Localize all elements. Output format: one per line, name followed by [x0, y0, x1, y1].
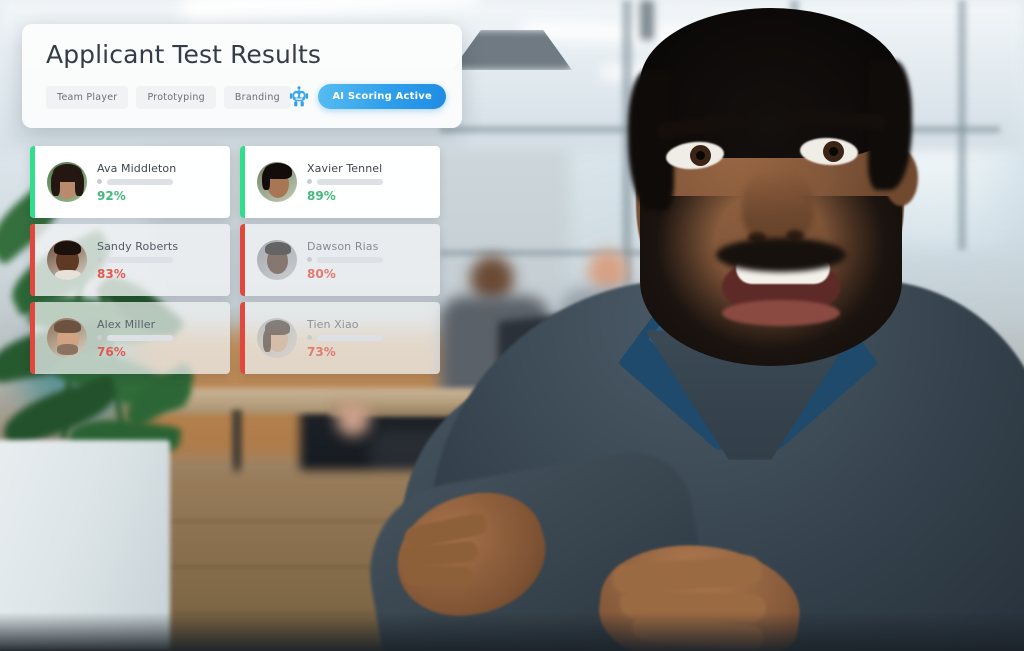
ai-status-group: AI Scoring Active — [289, 84, 446, 109]
applicant-detail-skeleton — [97, 256, 178, 263]
applicant-score: 92% — [97, 188, 126, 203]
applicant-score: 76% — [97, 344, 126, 359]
applicant-detail-skeleton — [307, 256, 383, 263]
applicant-name: Alex Miller — [97, 317, 156, 331]
skeleton-bar — [107, 256, 173, 263]
applicant-results-overlay: Applicant Test Results Team Player Proto… — [0, 0, 1024, 651]
skeleton-dot — [307, 179, 312, 184]
status-accent-bar — [30, 224, 35, 296]
applicant-card-xavier-tennel[interactable]: Xavier Tennel 89% — [240, 146, 440, 218]
applicant-card-sandy-roberts[interactable]: Sandy Roberts 83% — [30, 224, 230, 296]
applicant-name: Tien Xiao — [307, 317, 359, 331]
skeleton-bar — [317, 334, 383, 341]
skeleton-bar — [107, 178, 173, 185]
applicant-detail-skeleton — [307, 334, 383, 341]
applicant-score: 83% — [97, 266, 126, 281]
applicant-detail-skeleton — [97, 178, 176, 185]
applicant-name: Xavier Tennel — [307, 161, 383, 175]
applicant-card-tien-xiao[interactable]: Tien Xiao 73% — [240, 302, 440, 374]
skeleton-bar — [317, 256, 383, 263]
skeleton-bar — [107, 334, 173, 341]
avatar-dawson-rias — [257, 240, 297, 280]
applicant-detail-skeleton — [97, 334, 173, 341]
status-accent-bar — [240, 146, 245, 218]
status-accent-bar — [30, 302, 35, 374]
skill-chip-branding[interactable]: Branding — [223, 86, 291, 109]
skill-chip-prototyping[interactable]: Prototyping — [136, 86, 216, 109]
skeleton-dot — [97, 335, 102, 340]
applicant-detail-skeleton — [307, 178, 383, 185]
applicant-score: 73% — [307, 344, 336, 359]
applicant-name: Dawson Rias — [307, 239, 379, 253]
applicant-score: 89% — [307, 188, 336, 203]
status-accent-bar — [240, 302, 245, 374]
applicant-row: Sandy Roberts 83% Dawson Rias 80% — [30, 224, 440, 296]
skill-chip-team-player[interactable]: Team Player — [46, 86, 129, 109]
skeleton-dot — [307, 335, 312, 340]
status-accent-bar — [30, 146, 35, 218]
applicant-row: Alex Miller 76% Tien Xiao 73% — [30, 302, 440, 374]
avatar-xavier-tennel — [257, 162, 297, 202]
applicant-card-ava-middleton[interactable]: Ava Middleton 92% — [30, 146, 230, 218]
applicant-name: Ava Middleton — [97, 161, 177, 175]
results-header-panel: Applicant Test Results Team Player Proto… — [22, 24, 462, 128]
applicant-card-dawson-rias[interactable]: Dawson Rias 80% — [240, 224, 440, 296]
applicant-row: Ava Middleton 92% Xavier Tennel 89% — [30, 146, 440, 218]
avatar-tien-xiao — [257, 318, 297, 358]
robot-icon — [289, 85, 309, 108]
skeleton-dot — [97, 257, 102, 262]
status-accent-bar — [240, 224, 245, 296]
avatar-sandy-roberts — [47, 240, 87, 280]
ai-scoring-status-badge[interactable]: AI Scoring Active — [318, 84, 446, 109]
skeleton-dot — [97, 179, 102, 184]
skill-chip-list: Team Player Prototyping Branding — [46, 86, 291, 109]
avatar-ava-middleton — [47, 162, 87, 202]
page-title: Applicant Test Results — [46, 40, 322, 69]
skeleton-dot — [307, 257, 312, 262]
applicant-card-alex-miller[interactable]: Alex Miller 76% — [30, 302, 230, 374]
skeleton-bar — [317, 178, 383, 185]
screenshot-stage: Applicant Test Results Team Player Proto… — [0, 0, 1024, 651]
applicant-card-grid: Ava Middleton 92% Xavier Tennel 89% Sand… — [30, 146, 440, 380]
avatar-alex-miller — [47, 318, 87, 358]
applicant-name: Sandy Roberts — [97, 239, 179, 253]
applicant-score: 80% — [307, 266, 336, 281]
